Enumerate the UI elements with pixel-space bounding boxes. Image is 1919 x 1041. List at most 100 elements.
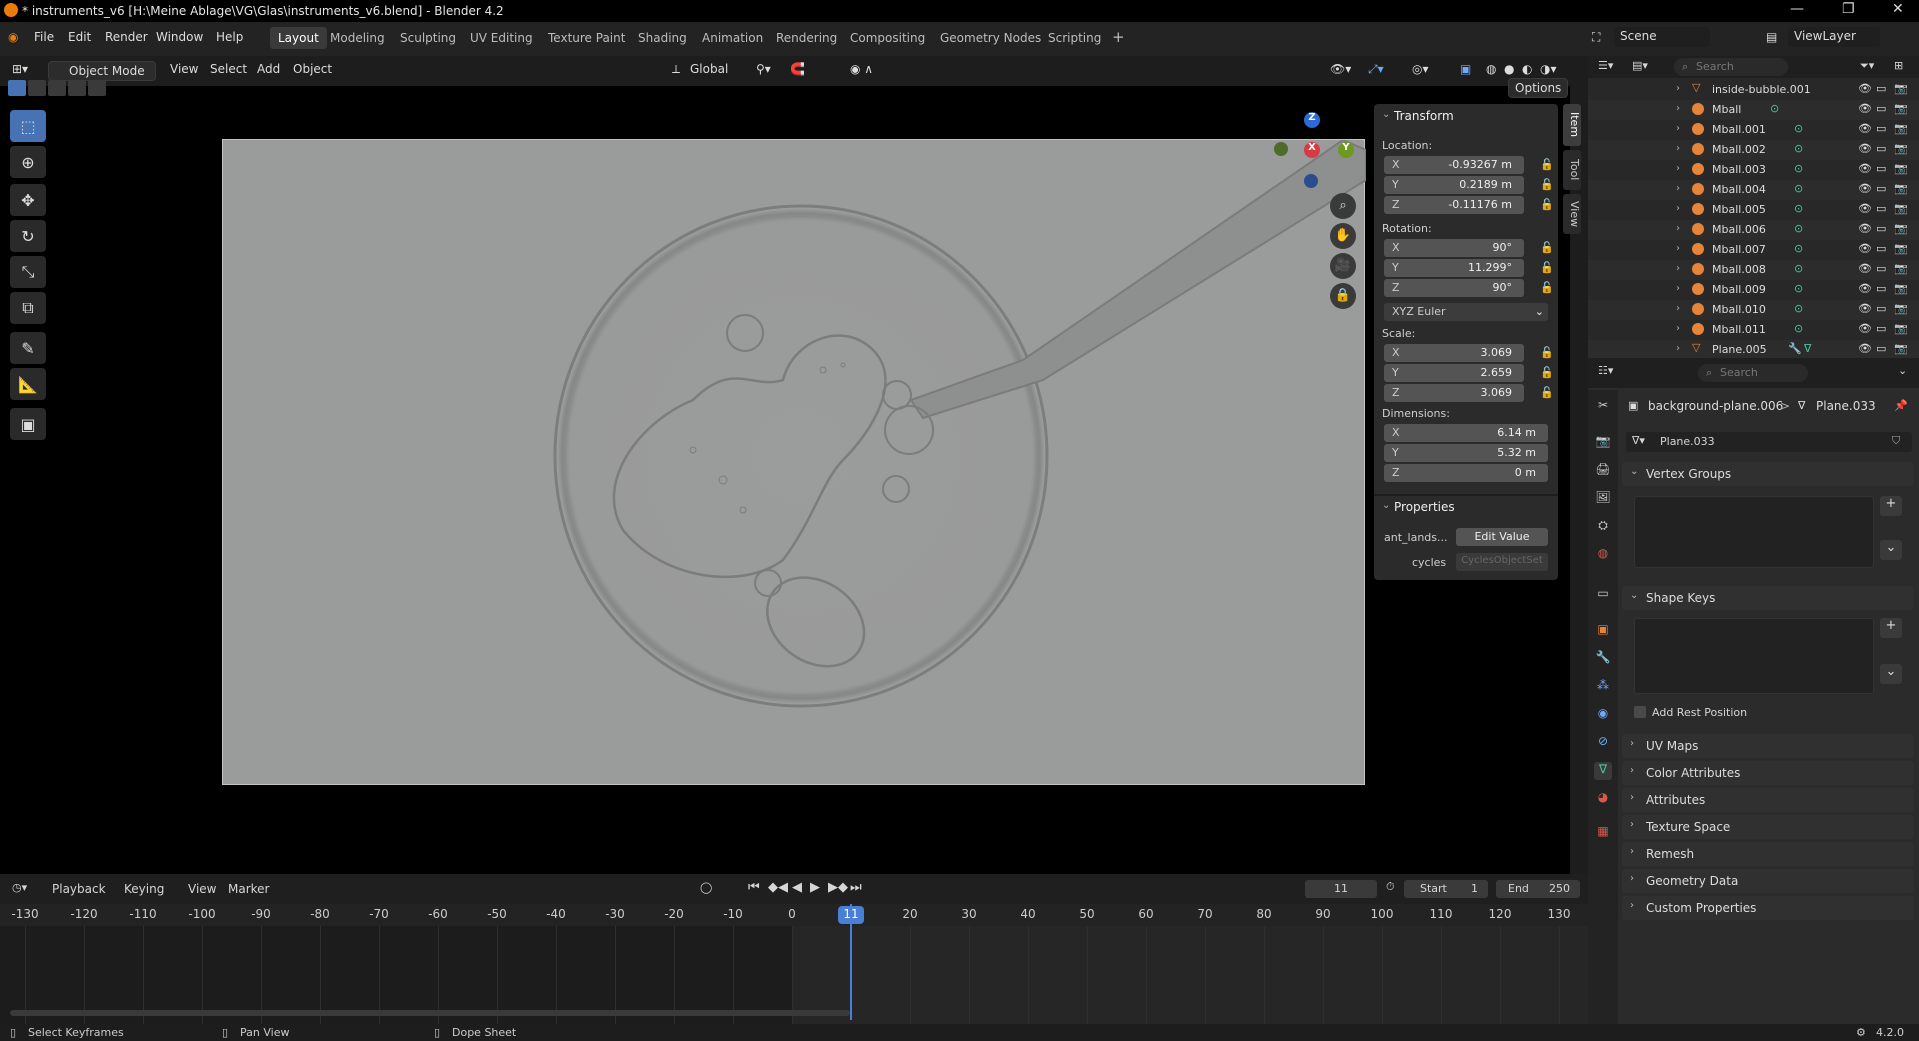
tab-texture-paint[interactable]: Texture Paint — [540, 27, 633, 49]
add-vertex-group-button[interactable]: + — [1880, 496, 1902, 516]
viewlayer-icon[interactable]: ▤ — [1766, 30, 1777, 44]
expand-arrow-icon[interactable]: › — [1676, 283, 1680, 294]
location-x-field[interactable]: X -0.93267 m — [1384, 156, 1524, 174]
unlock-icon[interactable]: 🔓 — [1540, 386, 1554, 400]
camera-icon[interactable]: 📷 — [1894, 282, 1908, 295]
eye-icon[interactable]: 👁 — [1858, 202, 1872, 215]
mode-selector[interactable]: Object Mode — [48, 61, 156, 81]
snap-icon[interactable]: 🧲 — [790, 62, 805, 76]
eye-icon[interactable]: 👁 — [1858, 262, 1872, 275]
eye-icon[interactable]: 👁 — [1858, 282, 1872, 295]
vertex-groups-list[interactable] — [1634, 496, 1874, 568]
editor-type-icon[interactable]: ☷▾ — [1598, 364, 1613, 377]
expand-arrow-icon[interactable]: › — [1676, 303, 1680, 314]
outliner-row[interactable]: › Mball.004 ⊙ 👁 ▭ 📷 — [1588, 180, 1919, 200]
rotation-y-field[interactable]: Y 11.299° — [1384, 259, 1524, 277]
overlay-icon[interactable]: ◎▾ — [1412, 62, 1429, 76]
camera-view[interactable] — [222, 138, 1367, 785]
metaball-data-icon[interactable]: ⊙ — [1794, 182, 1803, 195]
menu-add[interactable]: Add — [257, 62, 280, 76]
modifier-tab-icon[interactable]: 🔧 — [1594, 650, 1612, 668]
menu-window[interactable]: Window — [156, 30, 203, 44]
outliner-row[interactable]: › Mball.010 ⊙ 👁 ▭ 📷 — [1588, 300, 1919, 320]
gizmo-neg-z-axis[interactable] — [1304, 174, 1318, 188]
outliner-item-name[interactable]: Mball.008 — [1712, 263, 1766, 276]
camera-view-icon[interactable]: 🎥 — [1330, 253, 1356, 279]
outliner-row[interactable]: › Mball.008 ⊙ 👁 ▭ 📷 — [1588, 260, 1919, 280]
transform-tool-icon[interactable]: ⧉ — [10, 292, 46, 324]
outliner-row[interactable]: › ▽ Plane.005 🔧 ∇ 👁 ▭ 📷 — [1588, 340, 1919, 360]
properties-search-input[interactable]: ⌕ Search — [1698, 364, 1808, 382]
constraints-tab-icon[interactable]: ⊘ — [1594, 734, 1612, 752]
shading-wireframe-icon[interactable]: ◍ — [1486, 62, 1496, 76]
metaball-data-icon[interactable]: ⊙ — [1794, 282, 1803, 295]
jump-end-icon[interactable]: ⏭ — [850, 880, 862, 895]
outliner-item-name[interactable]: Mball.002 — [1712, 143, 1766, 156]
outliner-row[interactable]: › Mball.011 ⊙ 👁 ▭ 📷 — [1588, 320, 1919, 340]
properties-title[interactable]: Properties — [1394, 500, 1455, 514]
camera-icon[interactable]: 📷 — [1894, 182, 1908, 195]
gizmo-x-axis[interactable]: X — [1304, 142, 1320, 158]
menu-render[interactable]: Render — [105, 30, 148, 44]
shading-rendered-icon[interactable]: ◑▾ — [1540, 62, 1557, 76]
particles-tab-icon[interactable]: ⁂ — [1594, 678, 1612, 696]
timeline-scrollbar[interactable] — [10, 1010, 850, 1016]
shape-keys-list[interactable] — [1634, 618, 1874, 694]
outliner-search-input[interactable]: ⌕ Search — [1674, 58, 1788, 76]
scene-tab-icon[interactable]: ⛭ — [1594, 518, 1612, 536]
monitor-icon[interactable]: ▭ — [1876, 102, 1886, 115]
shading-material-icon[interactable]: ◐ — [1522, 62, 1532, 76]
orientation-selector[interactable]: Global — [690, 62, 728, 76]
metaball-data-icon[interactable]: ⊙ — [1794, 222, 1803, 235]
monitor-icon[interactable]: ▭ — [1876, 202, 1886, 215]
data-tab-icon[interactable]: ∇ — [1594, 762, 1612, 780]
eye-icon[interactable]: 👁 — [1858, 342, 1872, 355]
tab-tool[interactable]: Tool — [1563, 150, 1581, 190]
tab-geometry-nodes[interactable]: Geometry Nodes — [932, 27, 1049, 49]
record-icon[interactable]: ◯ — [700, 881, 712, 894]
tab-uv-editing[interactable]: UV Editing — [462, 27, 541, 49]
metaball-data-icon[interactable]: ⊙ — [1794, 322, 1803, 335]
outliner-row[interactable]: › Mball.005 ⊙ 👁 ▭ 📷 — [1588, 200, 1919, 220]
metaball-data-icon[interactable]: ⊙ — [1794, 162, 1803, 175]
monitor-icon[interactable]: ▭ — [1876, 302, 1886, 315]
expand-arrow-icon[interactable]: › — [1676, 183, 1680, 194]
jump-keyframe-back-icon[interactable]: ◆◀ — [768, 880, 788, 895]
outliner-row[interactable]: › Mball.001 ⊙ 👁 ▭ 📷 — [1588, 120, 1919, 140]
jump-start-icon[interactable]: ⏮ — [748, 880, 760, 895]
tab-scripting[interactable]: Scripting — [1040, 27, 1109, 49]
metaball-data-icon[interactable]: ⊙ — [1770, 102, 1779, 115]
section-uv-maps[interactable]: › UV Maps — [1622, 734, 1914, 758]
mesh-data-selector[interactable]: ∇▾ Plane.033 ⛉ — [1626, 432, 1912, 452]
select-box-tool-icon[interactable]: ⬚ — [10, 110, 46, 142]
outliner-item-name[interactable]: Mball.006 — [1712, 223, 1766, 236]
eye-icon[interactable]: 👁 — [1858, 142, 1872, 155]
move-tool-icon[interactable]: ✥ — [10, 184, 46, 216]
cycles-value-field[interactable]: CyclesObjectSet — [1456, 553, 1548, 571]
render-tab-icon[interactable]: 📷 — [1594, 434, 1612, 452]
eye-icon[interactable]: 👁 — [1858, 322, 1872, 335]
camera-icon[interactable]: 📷 — [1894, 262, 1908, 275]
dimensions-x-field[interactable]: X 6.14 m — [1384, 424, 1548, 442]
monitor-icon[interactable]: ▭ — [1876, 182, 1886, 195]
monitor-icon[interactable]: ▭ — [1876, 122, 1886, 135]
shield-icon[interactable]: ⛉ — [1892, 434, 1900, 448]
expand-arrow-icon[interactable]: › — [1676, 103, 1680, 114]
select-intersect-icon[interactable] — [88, 80, 106, 96]
camera-icon[interactable]: 📷 — [1894, 222, 1908, 235]
pin-icon[interactable]: 📌 — [1894, 399, 1908, 412]
outliner-item-name[interactable]: Mball.010 — [1712, 303, 1766, 316]
camera-icon[interactable]: 📷 — [1894, 322, 1908, 335]
new-collection-icon[interactable]: ⊞ — [1894, 59, 1903, 72]
rotation-x-field[interactable]: X 90° — [1384, 239, 1524, 257]
rotation-mode-select[interactable]: XYZ Euler ⌄ — [1384, 303, 1548, 321]
section-remesh[interactable]: › Remesh — [1622, 842, 1914, 866]
tab-layout[interactable]: Layout — [270, 27, 327, 49]
transform-title[interactable]: Transform — [1394, 109, 1454, 123]
section-vertex-groups[interactable]: ⌄ Vertex Groups — [1622, 462, 1914, 486]
tab-compositing[interactable]: Compositing — [842, 27, 933, 49]
expand-arrow-icon[interactable]: › — [1676, 163, 1680, 174]
gizmo-y-axis[interactable]: Y — [1338, 142, 1354, 158]
tab-item[interactable]: Item — [1563, 104, 1581, 146]
play-icon[interactable]: ▶ — [810, 880, 820, 895]
